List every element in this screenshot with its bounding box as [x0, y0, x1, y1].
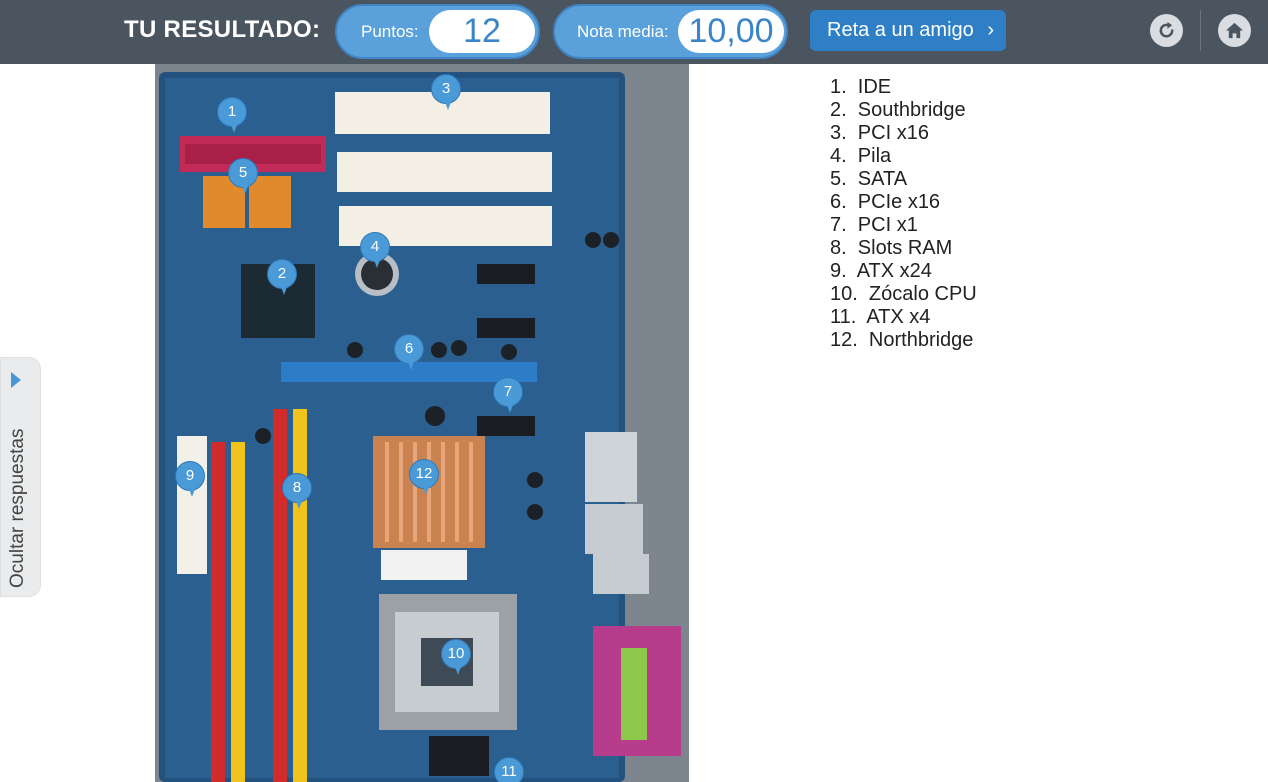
answer-item: 10. Zócalo CPU: [830, 283, 977, 305]
home-button[interactable]: [1218, 14, 1251, 47]
answer-item: 6. PCIe x16: [830, 191, 941, 213]
challenge-friend-button[interactable]: Reta a un amigo ›: [810, 10, 1006, 51]
result-title: TU RESULTADO:: [124, 16, 321, 43]
answer-item: 4. Pila: [830, 145, 892, 167]
answer-item: 2. Southbridge: [830, 99, 966, 121]
marker-10[interactable]: 10: [441, 639, 471, 675]
answer-item: 9. ATX x24: [830, 260, 932, 282]
marker-5[interactable]: 5: [228, 158, 258, 194]
triangle-right-icon: [11, 372, 21, 388]
grade-label: Nota media:: [577, 22, 669, 41]
answer-item: 12. Northbridge: [830, 329, 974, 351]
marker-8[interactable]: 8: [282, 473, 312, 509]
marker-4[interactable]: 4: [360, 232, 390, 268]
marker-3[interactable]: 3: [431, 74, 461, 110]
answer-item: 3. PCI x16: [830, 122, 929, 144]
grade-value: 10,00: [678, 10, 784, 53]
chevron-right-icon: ›: [987, 19, 994, 41]
marker-6[interactable]: 6: [394, 334, 424, 370]
marker-9[interactable]: 9: [175, 461, 205, 497]
points-label: Puntos:: [361, 22, 419, 41]
marker-12[interactable]: 12: [409, 459, 439, 495]
answer-item: 8. Slots RAM: [830, 237, 953, 259]
points-pill: Puntos: 12: [335, 4, 540, 59]
answer-item: 1. IDE: [830, 76, 892, 98]
answer-item: 5. SATA: [830, 168, 908, 190]
reload-button[interactable]: [1150, 14, 1183, 47]
answer-list: 1. IDE 2. Southbridge 3. PCI x16 4. Pila…: [830, 76, 977, 352]
top-bar: TU RESULTADO: Puntos: 12 Nota media: 10,…: [0, 0, 1268, 64]
hide-answers-tab[interactable]: Ocultar respuestas: [0, 357, 41, 597]
marker-1[interactable]: 1: [217, 97, 247, 133]
answer-item: 11. ATX x4: [830, 306, 931, 328]
answer-item: 7. PCI x1: [830, 214, 918, 236]
hide-answers-label: Ocultar respuestas: [7, 428, 28, 588]
toolbar-divider: [1200, 10, 1201, 51]
marker-11[interactable]: 11: [494, 757, 524, 782]
grade-pill: Nota media: 10,00: [553, 4, 788, 59]
reload-icon: [1159, 21, 1174, 38]
motherboard-image: 1 2 3 4 5 6 7 8 9 10 11 12: [155, 64, 689, 782]
home-icon: [1225, 22, 1244, 39]
marker-7[interactable]: 7: [493, 377, 523, 413]
points-value: 12: [429, 10, 535, 53]
marker-2[interactable]: 2: [267, 259, 297, 295]
challenge-friend-label: Reta a un amigo: [827, 19, 974, 41]
